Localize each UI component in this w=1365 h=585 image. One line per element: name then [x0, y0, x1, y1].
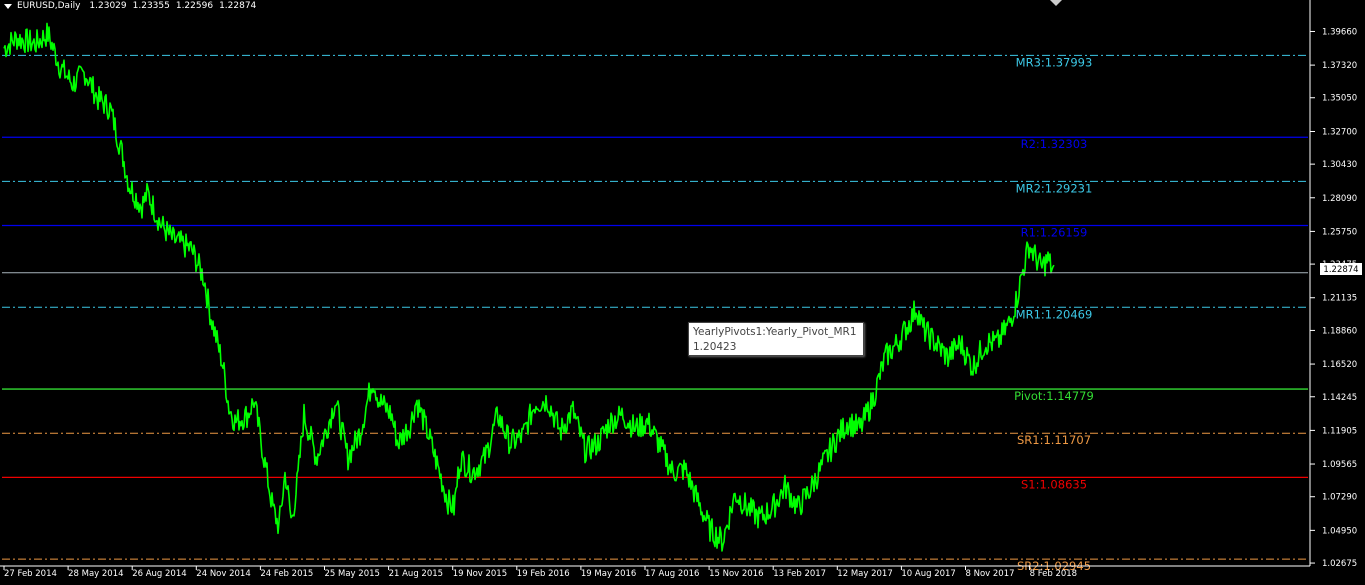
time-tick-label: 8 Feb 2018: [1030, 569, 1078, 579]
price-tick-label: 1.32700: [1322, 128, 1357, 138]
current-price-marker: 1.22874: [1320, 263, 1362, 275]
time-tick-label: 25 May 2015: [325, 569, 380, 579]
price-tick-label: 1.39660: [1322, 27, 1357, 37]
chart-header: EURUSD,Daily 1.23029 1.23355 1.22596 1.2…: [4, 1, 259, 11]
pivot-level-label: MR1:1.20469: [1016, 307, 1093, 321]
indicator-tooltip: YearlyPivots1:Yearly_Pivot_MR1 1.20423: [688, 322, 864, 356]
pivot-level-label: MR3:1.37993: [1016, 55, 1093, 69]
time-tick-label: 8 Nov 2017: [966, 569, 1015, 579]
pivot-level-label: Pivot:1.14779: [1014, 389, 1094, 403]
current-price-label: 1.22874: [1323, 265, 1358, 275]
price-tick-label: 1.37320: [1322, 61, 1357, 71]
price-tick-label: 1.18860: [1322, 326, 1357, 336]
time-tick-label: 28 May 2014: [68, 569, 123, 579]
tooltip-title: YearlyPivots1:Yearly_Pivot_MR1: [693, 326, 857, 338]
price-tick-label: 1.25750: [1322, 227, 1357, 237]
price-tick-label: 1.02675: [1322, 559, 1357, 569]
price-tick-label: 1.28090: [1322, 194, 1357, 204]
open-value: 1.23029: [89, 1, 127, 11]
time-tick-label: 15 Nov 2016: [709, 569, 763, 579]
pivot-level-label: MR2:1.29231: [1016, 181, 1093, 195]
time-tick-label: 19 May 2016: [581, 569, 636, 579]
price-tick-label: 1.16520: [1322, 360, 1357, 370]
price-tick-label: 1.11905: [1322, 426, 1357, 436]
time-tick-label: 13 Feb 2017: [773, 569, 826, 579]
low-value: 1.22596: [175, 1, 214, 11]
tooltip-value: 1.20423: [693, 341, 737, 353]
time-tick-label: 26 Aug 2014: [132, 569, 186, 579]
time-tick-label: 19 Feb 2016: [517, 569, 570, 579]
time-tick-label: 21 Aug 2015: [389, 569, 443, 579]
time-tick-label: 17 Aug 2016: [645, 569, 699, 579]
price-tick-label: 1.09565: [1322, 460, 1357, 470]
pivot-level-label: S1:1.08635: [1021, 477, 1087, 491]
pivot-level-label: R2:1.32303: [1021, 137, 1088, 151]
pivot-level-label: SR1:1.11707: [1017, 433, 1091, 447]
price-tick-label: 1.14245: [1322, 393, 1357, 403]
collapse-triangle-icon[interactable]: [4, 3, 12, 9]
close-value: 1.22874: [219, 1, 257, 11]
time-tick-label: 27 Feb 2014: [4, 569, 57, 579]
price-tick-label: 1.21135: [1322, 294, 1357, 304]
time-tick-label: 24 Nov 2014: [196, 569, 250, 579]
time-tick-label: 19 Nov 2015: [453, 569, 507, 579]
price-chart[interactable]: MR3:1.37993 R2:1.32303 MR2:1.29231 R1:1.261…: [0, 0, 1365, 585]
price-tick-label: 1.07290: [1322, 493, 1357, 503]
symbol-label: EURUSD,Daily: [17, 1, 81, 11]
time-tick-label: 10 Aug 2017: [901, 569, 955, 579]
price-tick-label: 1.30430: [1322, 160, 1357, 170]
pivot-level-label: R1:1.26159: [1021, 226, 1088, 240]
high-value: 1.23355: [132, 1, 170, 11]
price-tick-label: 1.04950: [1322, 526, 1357, 536]
chart-background: [0, 0, 1365, 585]
time-tick-label: 24 Feb 2015: [260, 569, 313, 579]
price-tick-label: 1.35050: [1322, 94, 1357, 104]
time-tick-label: 12 May 2017: [837, 569, 892, 579]
